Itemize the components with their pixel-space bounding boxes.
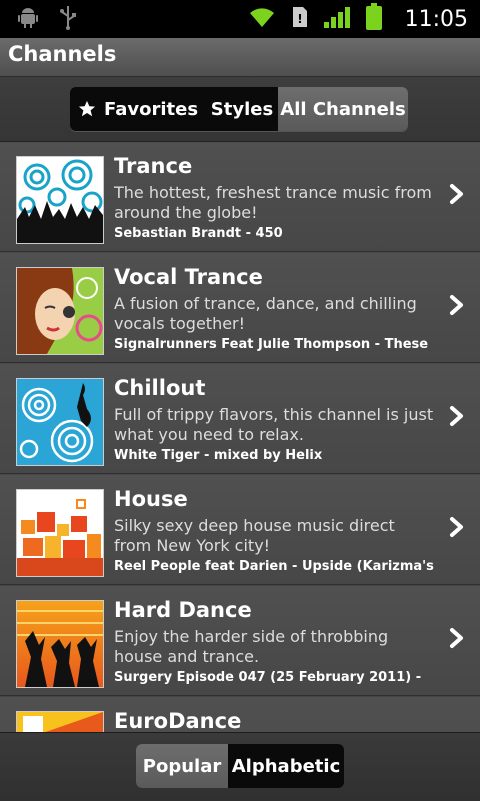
chevron-right-icon — [450, 184, 463, 204]
channel-title: Trance — [114, 154, 193, 178]
status-bar: ! 11:05 — [0, 0, 480, 38]
chevron-right-icon — [450, 406, 463, 426]
tabs-area: Favorites Styles All Channels — [0, 77, 480, 142]
channel-title: Vocal Trance — [114, 265, 263, 289]
list-item[interactable]: Chillout Full of trippy flavors, this ch… — [0, 364, 480, 474]
tab-popular-label: Popular — [142, 755, 222, 777]
tab-favorites[interactable]: Favorites — [70, 87, 206, 131]
channel-thumbnail — [16, 489, 104, 577]
list-item[interactable]: EuroDance — [0, 697, 480, 732]
channel-title: House — [114, 487, 188, 511]
now-playing: Signalrunners Feat Julie Thompson - Thes… — [114, 337, 429, 352]
tab-styles[interactable]: Styles — [206, 87, 278, 131]
segmented-tabs: Favorites Styles All Channels — [70, 87, 408, 131]
list-item[interactable]: House Silky sexy deep house music direct… — [0, 475, 480, 585]
chevron-right-icon — [450, 295, 463, 315]
tab-popular[interactable]: Popular — [136, 744, 228, 788]
channel-description: Enjoy the harder side of throbbing house… — [114, 627, 389, 666]
star-icon — [78, 100, 96, 118]
svg-text:!: ! — [297, 12, 302, 26]
tab-alphabetic-label: Alphabetic — [231, 755, 341, 777]
tab-alphabetic[interactable]: Alphabetic — [228, 744, 344, 788]
list-item[interactable]: Vocal Trance A fusion of trance, dance, … — [0, 253, 480, 363]
now-playing: Surgery Episode 047 (25 February 2011) - — [114, 670, 422, 685]
channel-title: EuroDance — [114, 709, 242, 732]
bottom-bar: Popular Alphabetic — [0, 732, 480, 801]
tab-all-channels-label: All Channels — [280, 98, 406, 120]
battery-icon — [365, 3, 383, 35]
tab-styles-label: Styles — [210, 98, 274, 120]
now-playing: Sebastian Brandt - 450 — [114, 226, 283, 241]
sort-tabs: Popular Alphabetic — [136, 744, 344, 788]
channel-title: Hard Dance — [114, 598, 252, 622]
list-item[interactable]: Trance The hottest, freshest trance musi… — [0, 142, 480, 252]
channel-list[interactable]: Trance The hottest, freshest trance musi… — [0, 142, 480, 732]
channel-thumbnail — [16, 378, 104, 466]
android-debug-icon — [16, 5, 40, 33]
usb-icon — [58, 4, 78, 34]
page-title: Channels — [8, 42, 117, 66]
channel-thumbnail — [16, 267, 104, 355]
list-item[interactable]: Hard Dance Enjoy the harder side of thro… — [0, 586, 480, 696]
chevron-right-icon — [450, 628, 463, 648]
channel-description: The hottest, freshest trance music from … — [114, 183, 432, 222]
channel-title: Chillout — [114, 376, 206, 400]
title-bar: Channels — [0, 38, 480, 77]
channel-thumbnail — [16, 156, 104, 244]
tab-all-channels[interactable]: All Channels — [278, 87, 408, 131]
wifi-icon — [247, 5, 277, 33]
now-playing: White Tiger - mixed by Helix — [114, 448, 323, 463]
channel-thumbnail — [16, 711, 104, 732]
channel-thumbnail — [16, 600, 104, 688]
tab-favorites-label: Favorites — [103, 98, 199, 120]
channel-description: A fusion of trance, dance, and chilling … — [114, 294, 417, 333]
clock: 11:05 — [404, 6, 468, 32]
chevron-right-icon — [450, 517, 463, 537]
signal-icon — [323, 5, 351, 33]
now-playing: Reel People feat Darien - Upside (Karizm… — [114, 559, 434, 574]
channel-description: Full of trippy flavors, this channel is … — [114, 405, 434, 444]
channel-description: Silky sexy deep house music direct from … — [114, 516, 395, 555]
sd-card-icon: ! — [291, 5, 309, 33]
